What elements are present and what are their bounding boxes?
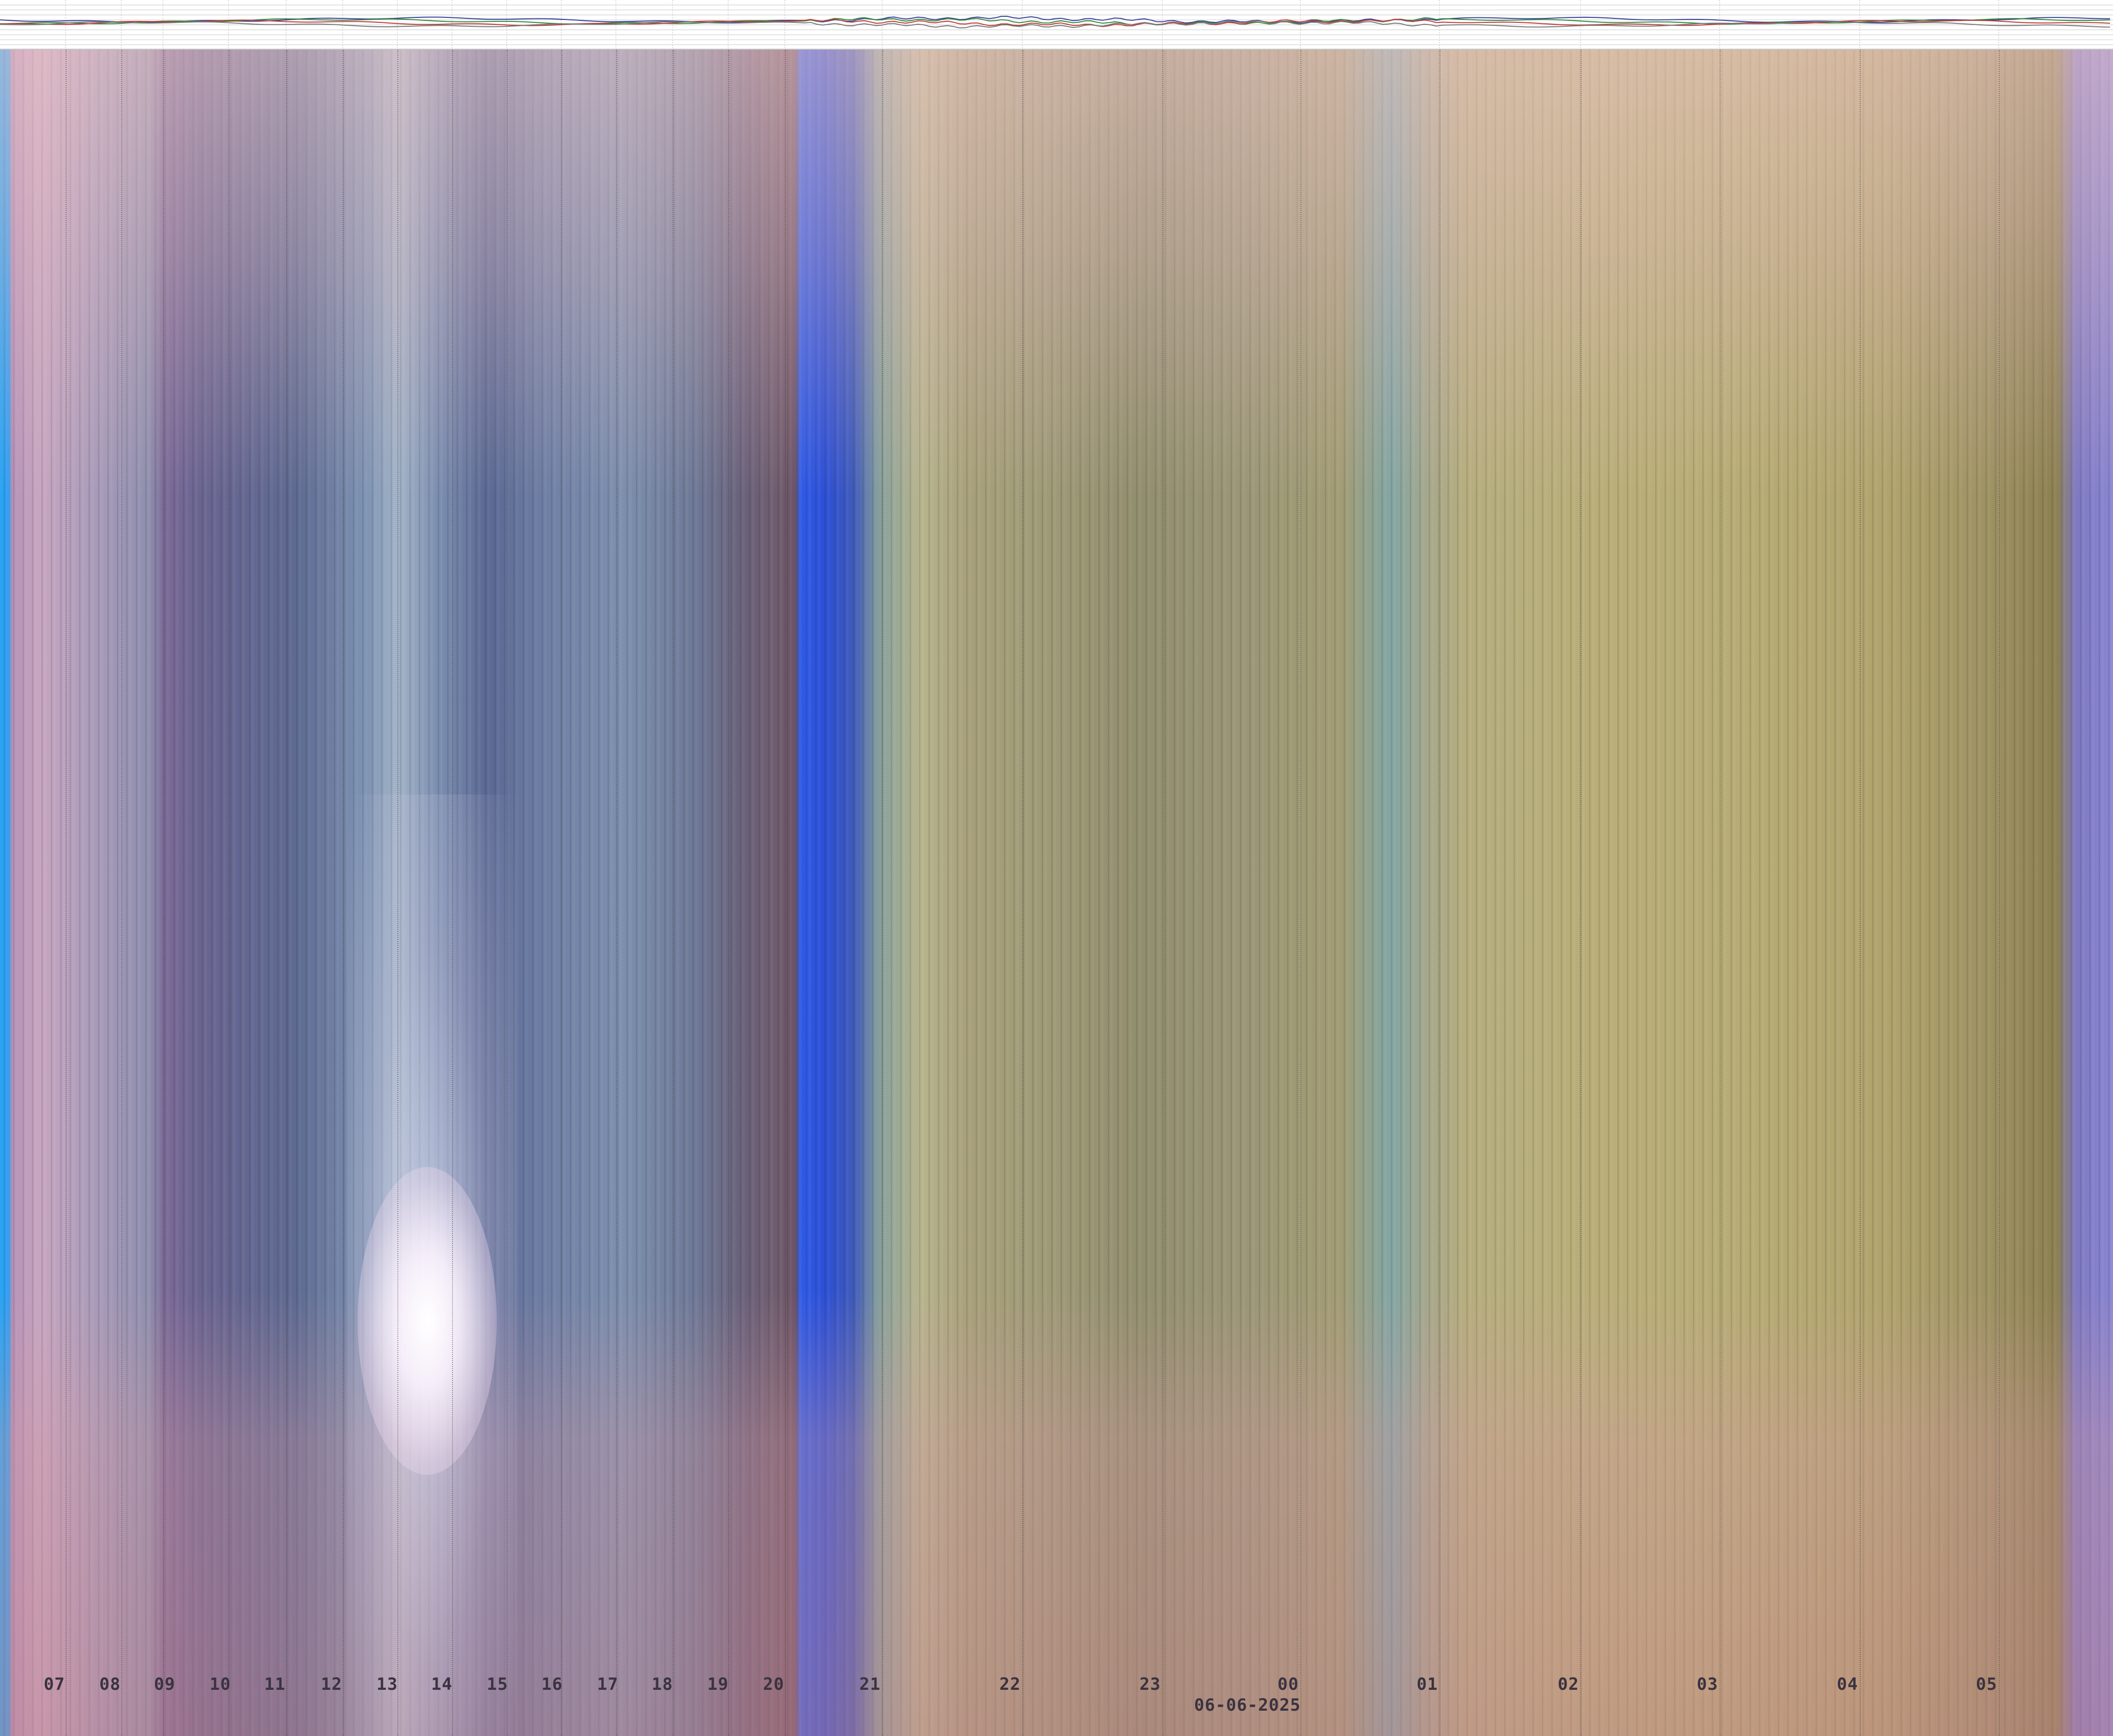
hour-label-13: 13 <box>377 1674 398 1694</box>
hour-label-00: 00 <box>1278 1674 1299 1694</box>
hour-line-18 <box>673 50 674 1736</box>
hour-label-23: 23 <box>1139 1674 1161 1694</box>
hour-line-21 <box>882 50 883 1736</box>
hour-label-11: 11 <box>264 1674 286 1694</box>
hour-line-12 <box>343 50 344 1736</box>
hour-label-18: 18 <box>652 1674 673 1694</box>
sun-bright-spot <box>358 1167 497 1475</box>
hour-label-09: 09 <box>154 1674 175 1694</box>
hour-label-05: 05 <box>1976 1674 1997 1694</box>
keogram-viewer: 07 08 09 10 11 12 13 14 15 16 17 18 19 20 21 22 23 00 01 02… <box>0 0 2113 1736</box>
hour-line-19 <box>728 50 729 1736</box>
hour-line-02 <box>1581 50 1582 1736</box>
sensor-chart-plot <box>0 0 2113 49</box>
hour-label-02: 02 <box>1558 1674 1579 1694</box>
hour-label-21: 21 <box>859 1674 881 1694</box>
hour-line-03 <box>1720 50 1721 1736</box>
hour-label-19: 19 <box>707 1674 729 1694</box>
hour-label-22: 22 <box>999 1674 1021 1694</box>
hour-line-01 <box>1439 50 1440 1736</box>
hour-line-17 <box>616 50 617 1736</box>
sensor-chart <box>0 0 2113 50</box>
hour-label-20: 20 <box>763 1674 784 1694</box>
hour-line-14 <box>452 50 453 1736</box>
hour-line-00 <box>1300 50 1301 1736</box>
hour-line-11 <box>286 50 287 1736</box>
hour-line-07 <box>66 50 67 1736</box>
hour-line-16 <box>561 50 562 1736</box>
keogram-tint <box>0 50 2113 1736</box>
hour-label-01: 01 <box>1417 1674 1438 1694</box>
hour-line-09 <box>163 50 164 1736</box>
hour-label-10: 10 <box>210 1674 231 1694</box>
hour-label-04: 04 <box>1837 1674 1858 1694</box>
hour-label-15: 15 <box>487 1674 508 1694</box>
hour-label-17: 17 <box>597 1674 618 1694</box>
hour-label-16: 16 <box>541 1674 563 1694</box>
hour-label-12: 12 <box>321 1674 342 1694</box>
hour-line-05 <box>1999 50 2000 1736</box>
hour-line-15 <box>507 50 508 1736</box>
hour-line-08 <box>121 50 122 1736</box>
keogram-image <box>0 50 2113 1736</box>
hour-label-03: 03 <box>1697 1674 1718 1694</box>
hour-line-04 <box>1860 50 1861 1736</box>
hour-line-22 <box>1022 50 1023 1736</box>
hour-label-08: 08 <box>99 1674 121 1694</box>
hour-line-23 <box>1162 50 1163 1736</box>
hour-label-14: 14 <box>431 1674 453 1694</box>
date-label: 06-06-2025 <box>1194 1695 1301 1715</box>
hour-line-13 <box>397 50 398 1736</box>
hour-line-10 <box>228 50 229 1736</box>
hour-label-07: 07 <box>44 1674 65 1694</box>
hour-line-20 <box>785 50 786 1736</box>
